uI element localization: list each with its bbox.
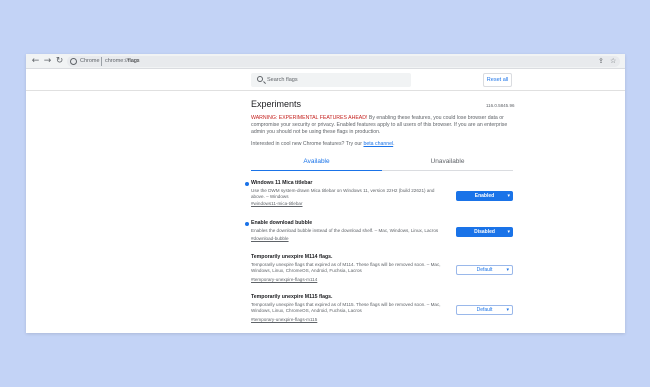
share-icon[interactable]: ⇪: [598, 57, 604, 66]
omnibox-separator: [101, 57, 102, 66]
search-box[interactable]: [251, 73, 411, 87]
flag-link[interactable]: #temporary-unexpire-flags-m114: [251, 277, 317, 282]
flag-description: Use the DWM system-drawn Mica titlebar o…: [251, 188, 435, 200]
page-title: Experiments: [251, 99, 302, 109]
modified-indicator: [245, 221, 249, 226]
flag-link[interactable]: #temporary-unexpire-flags-m115: [251, 317, 317, 322]
flag-description: Temporarily unexpire flags that expired …: [251, 262, 441, 274]
flag-link[interactable]: #windows11-mica-titlebar: [251, 201, 303, 206]
version-label: 116.0.5845.96: [486, 103, 515, 108]
active-tab-indicator: [251, 169, 382, 171]
chevron-down-icon: ▾: [506, 307, 509, 313]
omnibox[interactable]: Chrome chrome://flags ⇪ ☆: [67, 56, 620, 67]
modified-indicator: [245, 181, 249, 186]
flag-title: Temporarily unexpire M115 flags.: [251, 294, 333, 300]
url-scheme: chrome://: [105, 58, 128, 64]
omnibox-chrome-label: Chrome: [80, 58, 100, 64]
warning-text: WARNING: EXPERIMENTAL FEATURES AHEAD! By…: [251, 115, 511, 136]
beta-channel-link[interactable]: beta channel: [363, 141, 393, 147]
flag-title: Temporarily unexpire M114 flags.: [251, 254, 333, 260]
flag-state-select[interactable]: Default ▾: [456, 305, 513, 315]
browser-toolbar: ← → ↻ Chrome chrome://flags ⇪ ☆: [26, 54, 625, 69]
chevron-down-icon: ▾: [507, 193, 510, 199]
back-arrow-icon[interactable]: ←: [30, 56, 41, 67]
flag-title: Enable download bubble: [251, 220, 313, 226]
interest-suffix: .: [393, 141, 395, 147]
tab-unavailable[interactable]: Unavailable: [382, 158, 513, 165]
flag-tabs: Available Unavailable: [251, 154, 513, 171]
warning-prefix: WARNING: EXPERIMENTAL FEATURES AHEAD!: [251, 115, 368, 121]
flag-description: Enables the download bubble instead of t…: [251, 228, 439, 233]
flag-state-select[interactable]: Disabled ▾: [456, 227, 513, 237]
reload-icon[interactable]: ↻: [54, 56, 65, 67]
star-icon[interactable]: ☆: [610, 57, 616, 66]
flag-state-value: Default: [476, 267, 493, 273]
search-icon: [257, 76, 263, 82]
flag-item: Temporarily unexpire M115 flags. Tempora…: [250, 294, 514, 332]
flag-state-value: Disabled: [474, 229, 495, 235]
site-info-icon[interactable]: [70, 58, 77, 65]
flag-description: Temporarily unexpire flags that expired …: [251, 302, 441, 314]
interest-text: Interested in cool new Chrome features? …: [251, 141, 364, 147]
flag-state-select[interactable]: Default ▾: [456, 265, 513, 275]
flags-search-header: Reset all: [26, 69, 625, 91]
reset-all-button[interactable]: Reset all: [483, 73, 512, 87]
flag-item: Enable download bubble Enables the downl…: [245, 220, 514, 258]
flag-state-value: Default: [476, 307, 493, 313]
flag-item: Temporarily unexpire M114 flags. Tempora…: [250, 254, 514, 292]
beta-channel-text: Interested in cool new Chrome features? …: [251, 141, 395, 147]
flag-state-select[interactable]: Enabled ▾: [456, 191, 513, 201]
forward-arrow-icon[interactable]: →: [42, 56, 53, 67]
flag-title: Windows 11 Mica titlebar: [251, 180, 313, 186]
flag-link[interactable]: #download-bubble: [251, 236, 289, 241]
flag-state-value: Enabled: [474, 193, 495, 199]
flag-item: Windows 11 Mica titlebar Use the DWM sys…: [245, 180, 514, 218]
url-path: flags: [127, 58, 140, 64]
chevron-down-icon: ▾: [506, 267, 509, 273]
chevron-down-icon: ▾: [507, 229, 510, 235]
omnibox-url[interactable]: chrome://flags: [105, 58, 140, 64]
tab-available[interactable]: Available: [251, 158, 382, 165]
browser-window: ← → ↻ Chrome chrome://flags ⇪ ☆ Reset al…: [26, 54, 625, 333]
search-input[interactable]: [267, 75, 407, 85]
